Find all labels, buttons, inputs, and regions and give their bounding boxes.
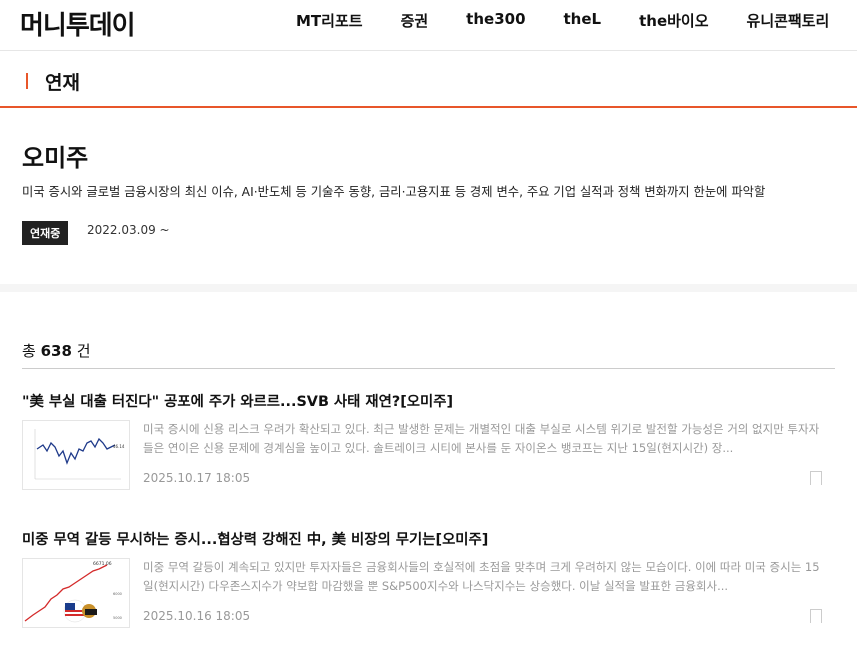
total-number: 638	[40, 342, 72, 360]
total-count: 총 638 건	[22, 340, 91, 361]
nav-item-mt-report[interactable]: MT리포트	[296, 10, 363, 31]
section-header: 연재	[0, 51, 857, 108]
stock-chart-thumbnail-image: 46.14	[34, 429, 125, 480]
article-thumbnail[interactable]: 46.14	[22, 420, 130, 490]
list-divider	[22, 368, 835, 369]
article-title[interactable]: "美 부실 대출 터진다" 공포에 주가 와르르...SVB 사태 재연?[오미…	[22, 390, 453, 411]
nav-item-the300[interactable]: the300	[466, 10, 525, 31]
top-header: 머니투데이 MT리포트 증권 the300 theL the바이오 유니콘팩토리	[0, 0, 857, 51]
article-date: 2025.10.16 18:05	[143, 609, 251, 623]
series-start-date: 2022.03.09 ~	[87, 223, 170, 237]
nav-item-thel[interactable]: theL	[564, 10, 602, 31]
bookmark-icon[interactable]	[810, 471, 822, 485]
svg-text:46.14: 46.14	[113, 444, 125, 449]
list-item[interactable]: "美 부실 대출 터진다" 공포에 주가 와르르...SVB 사태 재연?[오미…	[22, 390, 835, 500]
thumb-value-label: 6671.06	[93, 561, 112, 567]
list-item[interactable]: 미중 무역 갈등 무시하는 증시...협상력 강해진 中, 美 비장의 무기는[…	[22, 528, 835, 638]
nav-item-unicorn-factory[interactable]: 유니콘팩토리	[747, 10, 830, 31]
nav-item-stocks[interactable]: 증권	[401, 10, 429, 31]
article-thumbnail[interactable]: 6671.06 6000 5000	[22, 558, 130, 628]
series-description: 미국 증시와 글로벌 금융시장의 최신 이슈, AI·반도체 등 기술주 동향,…	[22, 185, 766, 199]
svg-text:5000: 5000	[113, 616, 122, 620]
svg-text:6000: 6000	[113, 592, 122, 596]
article-summary: 미국 증시에 신용 리스크 우려가 확산되고 있다. 최근 발생한 문제는 개별…	[143, 422, 820, 455]
bookmark-icon[interactable]	[810, 609, 822, 623]
total-prefix: 총	[22, 342, 36, 360]
section-title: 연재	[45, 72, 80, 94]
total-suffix: 건	[76, 342, 91, 360]
article-summary: 미중 무역 갈등이 계속되고 있지만 투자자들은 금융회사들의 호실적에 초점을…	[143, 560, 820, 593]
site-logo[interactable]: 머니투데이	[20, 5, 136, 42]
section-divider	[0, 284, 857, 292]
series-info: 오미주 미국 증시와 글로벌 금융시장의 최신 이슈, AI·반도체 등 기술주…	[0, 108, 857, 284]
nav-item-thebio[interactable]: the바이오	[639, 10, 708, 31]
section-accent-bar	[26, 73, 28, 89]
status-badge: 연재중	[22, 221, 69, 245]
article-date: 2025.10.17 18:05	[143, 471, 251, 485]
stock-chart-flag-thumbnail-image: 6671.06 6000 5000	[24, 561, 122, 623]
main-nav: MT리포트 증권 the300 theL the바이오 유니콘팩토리	[296, 10, 829, 31]
series-title: 오미주	[22, 144, 89, 172]
article-title[interactable]: 미중 무역 갈등 무시하는 증시...협상력 강해진 中, 美 비장의 무기는[…	[22, 528, 488, 549]
